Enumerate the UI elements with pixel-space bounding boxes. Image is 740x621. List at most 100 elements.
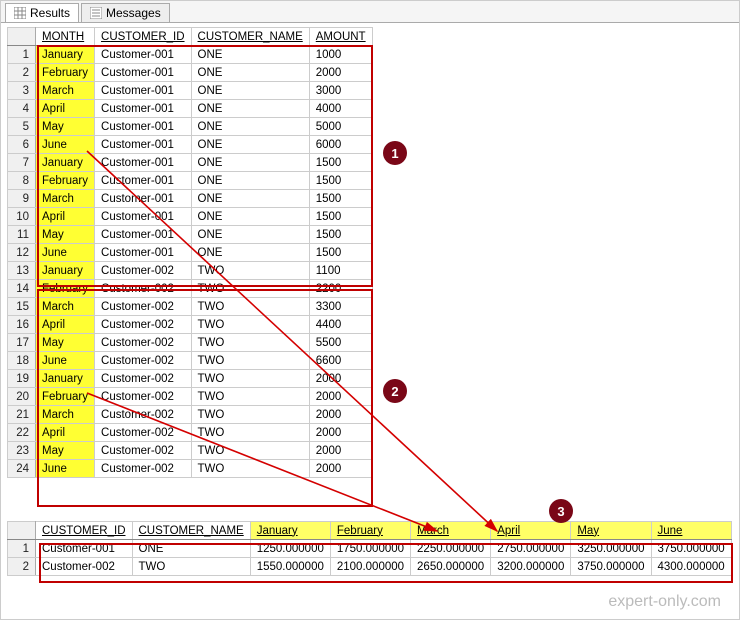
cell-month[interactable]: March: [36, 406, 95, 424]
cell-mar[interactable]: 2250.000000: [411, 540, 491, 558]
table-row[interactable]: 18JuneCustomer-002TWO6600: [8, 352, 373, 370]
cell-customer-name[interactable]: ONE: [191, 190, 309, 208]
cell-month[interactable]: January: [36, 154, 95, 172]
table-row[interactable]: 16AprilCustomer-002TWO4400: [8, 316, 373, 334]
table-row[interactable]: 1JanuaryCustomer-001ONE1000: [8, 46, 373, 64]
pcol-april[interactable]: April: [491, 522, 571, 540]
cell-month[interactable]: May: [36, 334, 95, 352]
cell-amount[interactable]: 4400: [309, 316, 372, 334]
cell-month[interactable]: June: [36, 244, 95, 262]
cell-month[interactable]: June: [36, 352, 95, 370]
pcol-may[interactable]: May: [571, 522, 651, 540]
cell-amount[interactable]: 2000: [309, 442, 372, 460]
table-row[interactable]: 3MarchCustomer-001ONE3000: [8, 82, 373, 100]
table-row[interactable]: 4AprilCustomer-001ONE4000: [8, 100, 373, 118]
cell-amount[interactable]: 1500: [309, 226, 372, 244]
cell-customer-name[interactable]: ONE: [191, 118, 309, 136]
pcol-march[interactable]: March: [411, 522, 491, 540]
table-row[interactable]: 8FebruaryCustomer-001ONE1500: [8, 172, 373, 190]
cell-customer-id[interactable]: Customer-002: [95, 370, 192, 388]
cell-month[interactable]: February: [36, 64, 95, 82]
cell-amount[interactable]: 2000: [309, 460, 372, 478]
cell-customer-id[interactable]: Customer-002: [95, 334, 192, 352]
cell-customer-name[interactable]: ONE: [191, 226, 309, 244]
cell-month[interactable]: May: [36, 442, 95, 460]
cell-jun[interactable]: 3750.000000: [651, 540, 731, 558]
cell-customer-name[interactable]: TWO: [191, 280, 309, 298]
table-row[interactable]: 11MayCustomer-001ONE1500: [8, 226, 373, 244]
cell-month[interactable]: February: [36, 388, 95, 406]
cell-month[interactable]: June: [36, 460, 95, 478]
table-row[interactable]: 7JanuaryCustomer-001ONE1500: [8, 154, 373, 172]
cell-feb[interactable]: 1750.000000: [330, 540, 410, 558]
table-row[interactable]: 2Customer-002TWO1550.0000002100.00000026…: [8, 558, 732, 576]
cell-amount[interactable]: 3000: [309, 82, 372, 100]
col-customer-id[interactable]: CUSTOMER_ID: [95, 28, 192, 46]
cell-amount[interactable]: 1500: [309, 208, 372, 226]
cell-month[interactable]: March: [36, 190, 95, 208]
cell-mar[interactable]: 2650.000000: [411, 558, 491, 576]
table-row[interactable]: 17MayCustomer-002TWO5500: [8, 334, 373, 352]
table-row[interactable]: 10AprilCustomer-001ONE1500: [8, 208, 373, 226]
pcol-customer-name[interactable]: CUSTOMER_NAME: [132, 522, 250, 540]
table-row[interactable]: 21MarchCustomer-002TWO2000: [8, 406, 373, 424]
cell-customer-id[interactable]: Customer-002: [95, 424, 192, 442]
cell-month[interactable]: January: [36, 46, 95, 64]
cell-customer-id[interactable]: Customer-002: [36, 558, 133, 576]
cell-customer-name[interactable]: ONE: [191, 82, 309, 100]
cell-month[interactable]: February: [36, 172, 95, 190]
table-row[interactable]: 9MarchCustomer-001ONE1500: [8, 190, 373, 208]
cell-amount[interactable]: 1000: [309, 46, 372, 64]
cell-customer-name[interactable]: ONE: [191, 64, 309, 82]
table-row[interactable]: 2FebruaryCustomer-001ONE2000: [8, 64, 373, 82]
cell-month[interactable]: April: [36, 316, 95, 334]
cell-amount[interactable]: 2000: [309, 388, 372, 406]
table-row[interactable]: 13JanuaryCustomer-002TWO1100: [8, 262, 373, 280]
cell-customer-id[interactable]: Customer-001: [36, 540, 133, 558]
cell-may[interactable]: 3750.000000: [571, 558, 651, 576]
cell-customer-name[interactable]: TWO: [191, 406, 309, 424]
cell-month[interactable]: May: [36, 118, 95, 136]
source-grid[interactable]: MONTH CUSTOMER_ID CUSTOMER_NAME AMOUNT 1…: [7, 27, 373, 478]
cell-customer-id[interactable]: Customer-001: [95, 154, 192, 172]
cell-customer-id[interactable]: Customer-002: [95, 406, 192, 424]
cell-customer-name[interactable]: ONE: [191, 46, 309, 64]
col-month[interactable]: MONTH: [36, 28, 95, 46]
cell-customer-name[interactable]: ONE: [191, 136, 309, 154]
cell-apr[interactable]: 3200.000000: [491, 558, 571, 576]
cell-month[interactable]: April: [36, 208, 95, 226]
cell-customer-id[interactable]: Customer-001: [95, 172, 192, 190]
tab-messages[interactable]: Messages: [81, 3, 170, 22]
cell-amount[interactable]: 5000: [309, 118, 372, 136]
cell-month[interactable]: May: [36, 226, 95, 244]
tab-results[interactable]: Results: [5, 3, 79, 22]
pcol-june[interactable]: June: [651, 522, 731, 540]
table-row[interactable]: 12JuneCustomer-001ONE1500: [8, 244, 373, 262]
cell-customer-id[interactable]: Customer-002: [95, 460, 192, 478]
cell-customer-id[interactable]: Customer-001: [95, 46, 192, 64]
cell-jun[interactable]: 4300.000000: [651, 558, 731, 576]
cell-customer-name[interactable]: TWO: [191, 352, 309, 370]
cell-customer-name[interactable]: ONE: [132, 540, 250, 558]
cell-customer-id[interactable]: Customer-001: [95, 226, 192, 244]
cell-month[interactable]: June: [36, 136, 95, 154]
cell-month[interactable]: January: [36, 262, 95, 280]
cell-jan[interactable]: 1250.000000: [250, 540, 330, 558]
table-row[interactable]: 1Customer-001ONE1250.0000001750.00000022…: [8, 540, 732, 558]
table-row[interactable]: 14FebruaryCustomer-002TWO2200: [8, 280, 373, 298]
cell-customer-name[interactable]: TWO: [191, 316, 309, 334]
cell-amount[interactable]: 1500: [309, 244, 372, 262]
cell-customer-name[interactable]: TWO: [191, 424, 309, 442]
cell-customer-id[interactable]: Customer-002: [95, 316, 192, 334]
cell-customer-name[interactable]: ONE: [191, 172, 309, 190]
cell-customer-name[interactable]: ONE: [191, 208, 309, 226]
cell-customer-name[interactable]: TWO: [191, 460, 309, 478]
cell-customer-id[interactable]: Customer-001: [95, 244, 192, 262]
cell-apr[interactable]: 2750.000000: [491, 540, 571, 558]
cell-customer-id[interactable]: Customer-002: [95, 262, 192, 280]
cell-customer-id[interactable]: Customer-002: [95, 388, 192, 406]
cell-customer-name[interactable]: TWO: [191, 334, 309, 352]
table-row[interactable]: 19JanuaryCustomer-002TWO2000: [8, 370, 373, 388]
cell-amount[interactable]: 6000: [309, 136, 372, 154]
cell-month[interactable]: April: [36, 100, 95, 118]
